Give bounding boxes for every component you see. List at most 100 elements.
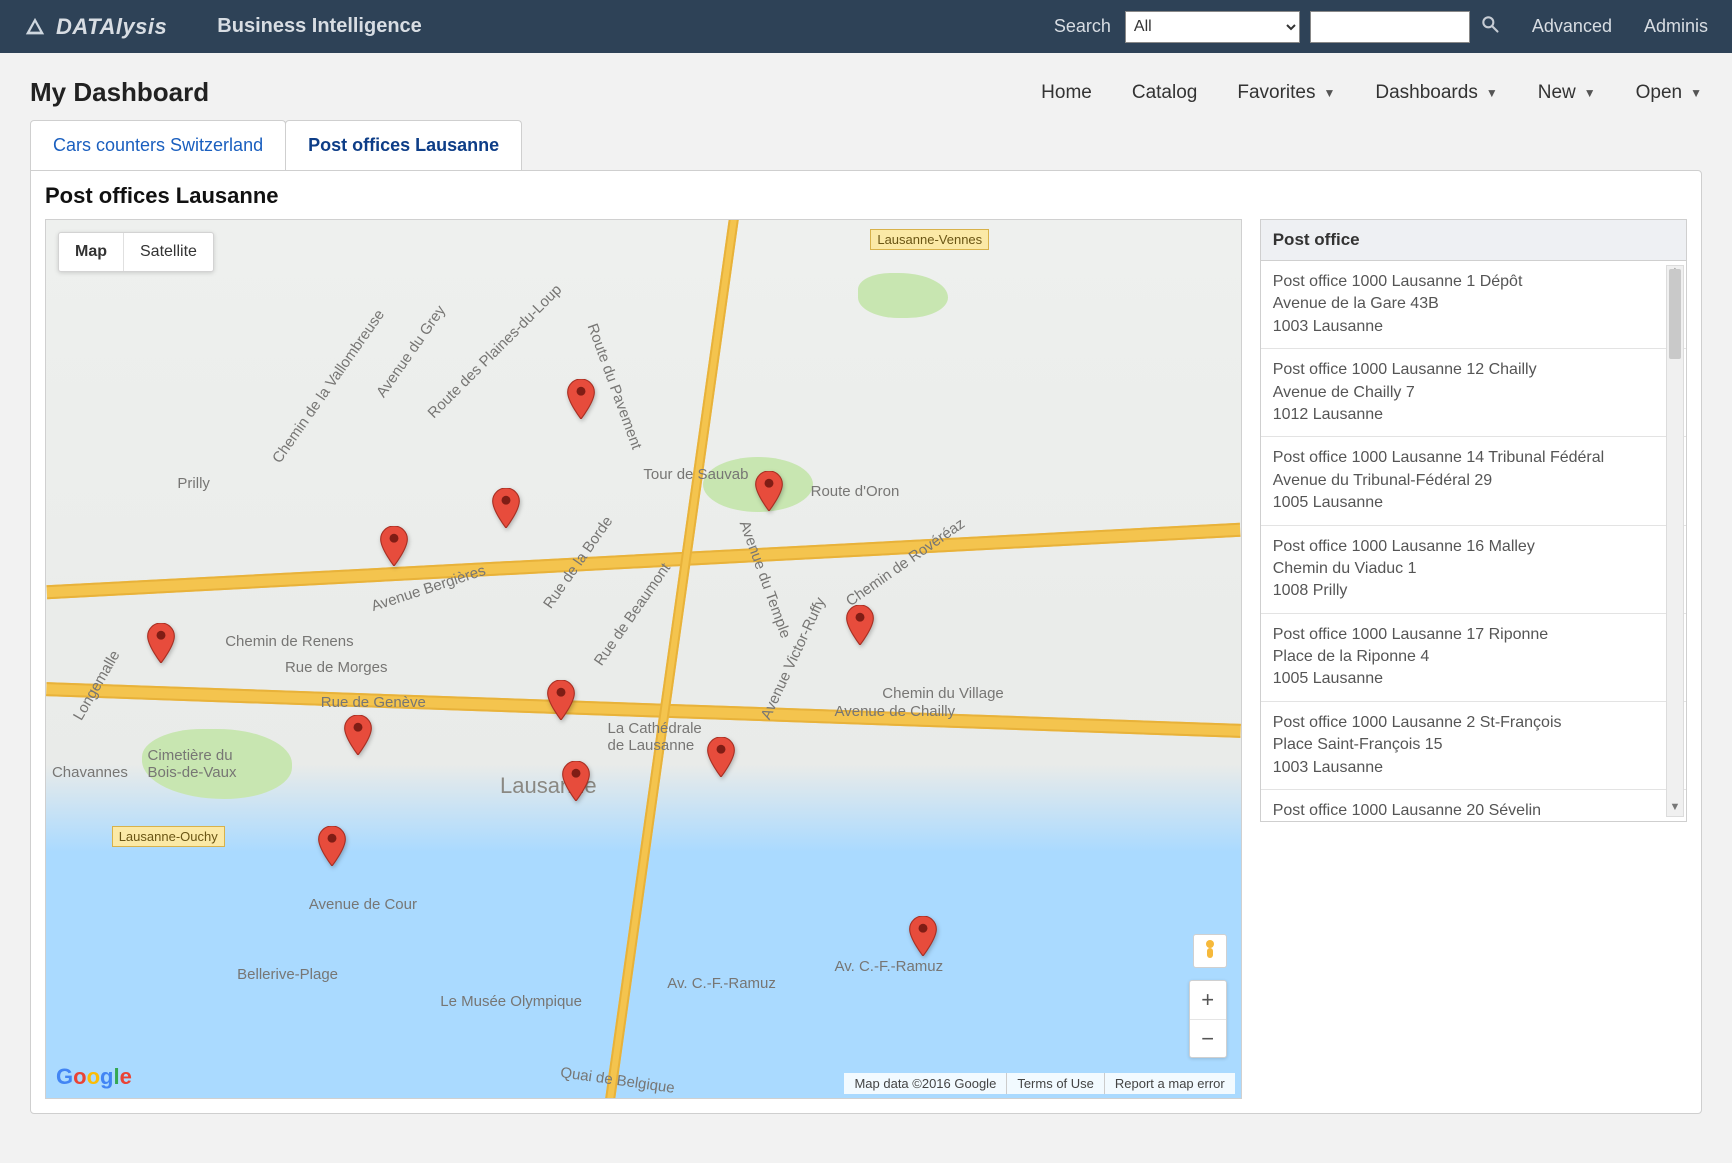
post-office-city: 1008 Prilly bbox=[1273, 580, 1674, 602]
post-office-name: Post office 1000 Lausanne 12 Chailly bbox=[1273, 359, 1674, 381]
post-office-street: Place de la Riponne 4 bbox=[1273, 646, 1674, 668]
panel: Post offices Lausanne Map Satellite Laus… bbox=[30, 170, 1702, 1114]
nav-catalog[interactable]: Catalog bbox=[1132, 82, 1198, 104]
post-office-city: 1005 Lausanne bbox=[1273, 668, 1674, 690]
post-office-name: Post office 1000 Lausanne 14 Tribunal Fé… bbox=[1273, 447, 1674, 469]
page-head: My Dashboard Home Catalog Favorites Dash… bbox=[0, 53, 1732, 120]
map-badge-ouchy: Lausanne-Ouchy bbox=[112, 826, 225, 847]
post-office-city: 1003 Lausanne bbox=[1273, 316, 1674, 338]
map-label-ch-village: Chemin du Village bbox=[882, 685, 1003, 702]
map-label-route-oron: Route d'Oron bbox=[811, 483, 900, 500]
zoom-in-button[interactable]: + bbox=[1190, 981, 1226, 1019]
post-office-name: Post office 1000 Lausanne 20 Sévelin bbox=[1273, 800, 1674, 821]
map-label-chavannes: Chavannes bbox=[52, 764, 128, 781]
map-footer: Map data ©2016 Google Terms of Use Repor… bbox=[844, 1073, 1234, 1094]
map-attribution: Map data ©2016 Google bbox=[844, 1073, 1006, 1094]
post-office-city: 1012 Lausanne bbox=[1273, 404, 1674, 426]
zoom-out-button[interactable]: − bbox=[1190, 1019, 1226, 1057]
map-type-control: Map Satellite bbox=[58, 232, 214, 272]
map-type-satellite[interactable]: Satellite bbox=[123, 233, 213, 271]
scrollbar-thumb[interactable] bbox=[1669, 269, 1681, 359]
brand-logo-icon bbox=[24, 16, 46, 38]
post-office-row[interactable]: Post office 1000 Lausanne 12 ChaillyAven… bbox=[1261, 349, 1686, 437]
list-scrollbar[interactable]: ▲ ▼ bbox=[1666, 265, 1684, 817]
map-marker[interactable] bbox=[318, 826, 346, 866]
post-office-row[interactable]: Post office 1000 Lausanne 16 MalleyChemi… bbox=[1261, 526, 1686, 614]
map-marker[interactable] bbox=[380, 526, 408, 566]
map-marker[interactable] bbox=[909, 916, 937, 956]
tab-cars-counters[interactable]: Cars counters Switzerland bbox=[30, 120, 286, 170]
post-office-street: Avenue de la Gare 43B bbox=[1273, 293, 1674, 315]
map-marker[interactable] bbox=[547, 680, 575, 720]
zoom-control: + − bbox=[1189, 980, 1227, 1058]
pegman-icon bbox=[1200, 939, 1220, 963]
brand-text: DATAlysis bbox=[56, 14, 167, 40]
search-icon[interactable] bbox=[1480, 14, 1500, 40]
map-label-rue-beaumont: Rue de Beaumont bbox=[590, 560, 673, 669]
search-input[interactable] bbox=[1310, 11, 1470, 43]
nav-dashboards[interactable]: Dashboards bbox=[1375, 82, 1497, 104]
post-office-row[interactable]: Post office 1000 Lausanne 14 Tribunal Fé… bbox=[1261, 437, 1686, 525]
map[interactable]: Map Satellite Lausanne Prilly La Cathédr… bbox=[45, 219, 1242, 1099]
map-label-olympic: Le Musée Olympique bbox=[440, 993, 582, 1010]
post-office-city: 1003 Lausanne bbox=[1273, 757, 1674, 779]
post-office-name: Post office 1000 Lausanne 1 Dépôt bbox=[1273, 271, 1674, 293]
post-office-street: Avenue du Tribunal-Fédéral 29 bbox=[1273, 470, 1674, 492]
map-marker[interactable] bbox=[344, 715, 372, 755]
page-title: My Dashboard bbox=[30, 77, 209, 108]
nav-open[interactable]: Open bbox=[1636, 82, 1702, 104]
post-office-row[interactable]: Post office 1000 Lausanne 2 St-FrançoisP… bbox=[1261, 702, 1686, 790]
nav-home[interactable]: Home bbox=[1041, 82, 1092, 104]
main-nav: Home Catalog Favorites Dashboards New Op… bbox=[1041, 82, 1702, 104]
map-label-av-ramuz2: Av. C.-F.-Ramuz bbox=[835, 958, 944, 975]
map-label-av-ruffy: Avenue Victor-Ruffy bbox=[758, 595, 829, 722]
map-type-map[interactable]: Map bbox=[59, 233, 123, 271]
map-label-ch-vallombreuse: Chemin de la Vallombreuse bbox=[269, 307, 388, 467]
map-label-prilly: Prilly bbox=[177, 475, 210, 492]
map-terms-link[interactable]: Terms of Use bbox=[1006, 1073, 1104, 1094]
brand: DATAlysis bbox=[24, 14, 167, 40]
map-marker[interactable] bbox=[562, 761, 590, 801]
map-label-bellerive: Bellerive-Plage bbox=[237, 966, 338, 983]
post-office-row[interactable]: Post office 1000 Lausanne 17 RiponnePlac… bbox=[1261, 614, 1686, 702]
post-office-row[interactable]: Post office 1000 Lausanne 1 DépôtAvenue … bbox=[1261, 261, 1686, 349]
map-label-ch-roveraz: Chemin de Rovéréaz bbox=[842, 515, 967, 610]
map-label-av-grey: Avenue du Grey bbox=[373, 302, 449, 400]
map-marker[interactable] bbox=[755, 471, 783, 511]
post-office-row[interactable]: Post office 1000 Lausanne 20 SévelinAven… bbox=[1261, 790, 1686, 821]
search-area: Search All Advanced Adminis bbox=[1054, 11, 1708, 43]
tabbar: Cars counters Switzerland Post offices L… bbox=[30, 120, 1702, 170]
search-scope-select[interactable]: All bbox=[1125, 11, 1300, 43]
administration-link[interactable]: Adminis bbox=[1644, 16, 1708, 37]
post-office-street: Avenue de Chailly 7 bbox=[1273, 382, 1674, 404]
map-label-av-temple: Avenue du Temple bbox=[736, 519, 794, 641]
nav-favorites[interactable]: Favorites bbox=[1237, 82, 1335, 104]
post-office-name: Post office 1000 Lausanne 17 Riponne bbox=[1273, 624, 1674, 646]
map-marker[interactable] bbox=[707, 737, 735, 777]
post-office-name: Post office 1000 Lausanne 2 St-François bbox=[1273, 712, 1674, 734]
map-badge-vennes: Lausanne-Vennes bbox=[870, 229, 989, 250]
top-header: DATAlysis Business Intelligence Search A… bbox=[0, 0, 1732, 53]
map-label-rue-morges: Rue de Morges bbox=[285, 659, 388, 676]
map-label-rte-plaines: Route des Plaines-du-Loup bbox=[425, 281, 566, 422]
post-office-name: Post office 1000 Lausanne 16 Malley bbox=[1273, 536, 1674, 558]
nav-new[interactable]: New bbox=[1538, 82, 1596, 104]
panel-title: Post offices Lausanne bbox=[45, 183, 1687, 209]
post-office-city: 1005 Lausanne bbox=[1273, 492, 1674, 514]
post-office-list-header: Post office bbox=[1261, 220, 1686, 261]
search-label: Search bbox=[1054, 16, 1111, 37]
map-marker[interactable] bbox=[492, 488, 520, 528]
map-marker[interactable] bbox=[147, 623, 175, 663]
post-office-street: Place Saint-François 15 bbox=[1273, 734, 1674, 756]
tab-post-offices[interactable]: Post offices Lausanne bbox=[285, 120, 522, 170]
map-report-link[interactable]: Report a map error bbox=[1104, 1073, 1235, 1094]
map-marker[interactable] bbox=[567, 379, 595, 419]
advanced-link[interactable]: Advanced bbox=[1532, 16, 1612, 37]
map-marker[interactable] bbox=[846, 605, 874, 645]
streetview-pegman[interactable] bbox=[1193, 934, 1227, 968]
post-office-list: Post office Post office 1000 Lausanne 1 … bbox=[1260, 219, 1687, 822]
post-office-street: Chemin du Viaduc 1 bbox=[1273, 558, 1674, 580]
map-label-av-ramuz: Av. C.-F.-Ramuz bbox=[667, 975, 776, 992]
scroll-down-icon[interactable]: ▼ bbox=[1667, 801, 1683, 817]
google-logo: Google bbox=[56, 1064, 132, 1090]
